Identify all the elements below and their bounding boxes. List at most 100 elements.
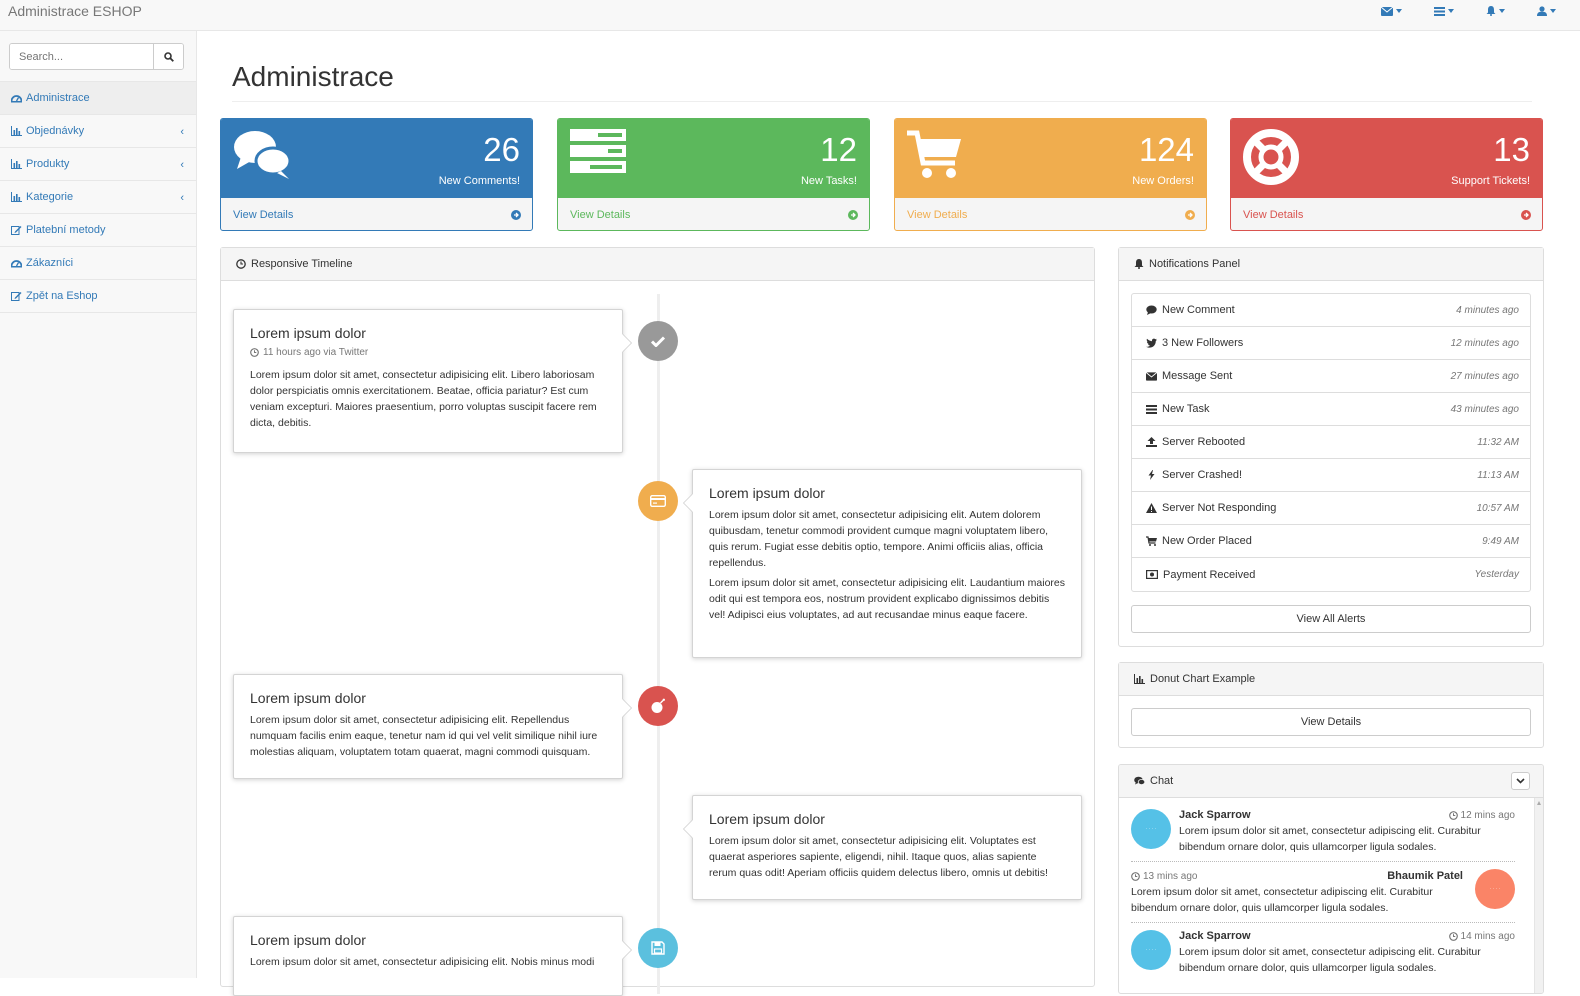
bar-chart-icon <box>11 159 22 169</box>
list-item[interactable]: Server Crashed! 11:13 AM <box>1132 459 1530 492</box>
panel-heading: Responsive Timeline <box>221 248 1094 281</box>
user-icon <box>1537 6 1547 16</box>
timeline-entry-title: Lorem ipsum dolor <box>709 485 825 501</box>
tasks-icon <box>570 129 626 173</box>
card-value: 26 <box>483 131 520 168</box>
shopping-cart-icon <box>1146 536 1157 546</box>
chat-dropdown-button[interactable] <box>1511 772 1530 790</box>
timeline-entry: Lorem ipsum dolor Lorem ipsum dolor sit … <box>233 916 623 996</box>
view-details-label: View Details <box>907 209 968 221</box>
dashboard-icon <box>11 260 22 268</box>
divider <box>1131 861 1515 862</box>
timeline-entry-title: Lorem ipsum dolor <box>250 325 366 341</box>
bar-chart-icon <box>11 126 22 136</box>
arrow-circle-right-icon <box>1185 210 1195 220</box>
scrollbar[interactable] <box>1534 798 1543 993</box>
messages-dropdown[interactable] <box>1381 6 1402 16</box>
sidebar-item-label: Administrace <box>26 92 90 104</box>
chevron-down-icon <box>1499 9 1505 13</box>
clock-icon <box>1448 810 1458 820</box>
bar-chart-icon <box>11 192 22 202</box>
panel-title: Chat <box>1150 775 1174 787</box>
shopping-cart-icon <box>907 130 961 178</box>
user-dropdown[interactable] <box>1537 6 1556 16</box>
top-navbar: Administrace ESHOP <box>0 0 1580 31</box>
arrow-circle-right-icon <box>511 210 521 220</box>
chevron-down-icon <box>1396 9 1402 13</box>
sidebar-item-zpet-na-eshop[interactable]: Zpět na Eshop <box>0 280 196 313</box>
chat-text: Lorem ipsum dolor sit amet, consectetur … <box>1131 886 1433 914</box>
timeline-entry: Lorem ipsum dolor 11 hours ago via Twitt… <box>233 309 623 453</box>
chat-time: 13 mins ago <box>1143 870 1198 882</box>
notification-time: 12 minutes ago <box>1450 337 1519 349</box>
comments-icon <box>1134 776 1145 785</box>
sidebar-item-kategorie[interactable]: Kategorie ‹ <box>0 181 196 214</box>
list-item[interactable]: New Comment 4 minutes ago <box>1132 294 1530 327</box>
timeline-entry-text: Lorem ipsum dolor sit amet, consectetur … <box>250 956 595 968</box>
list-item[interactable]: 3 New Followers 12 minutes ago <box>1132 327 1530 360</box>
view-details-button[interactable]: View Details <box>1131 708 1531 736</box>
list-item[interactable]: Message Sent 27 minutes ago <box>1132 360 1530 393</box>
card-value: 12 <box>820 131 857 168</box>
clock-icon <box>1448 931 1458 941</box>
notifications-list: New Comment 4 minutes ago 3 New Follower… <box>1131 293 1531 592</box>
search-input[interactable] <box>10 44 153 69</box>
view-all-alerts-button[interactable]: View All Alerts <box>1131 605 1531 633</box>
sidebar-item-label: Produkty <box>26 158 70 170</box>
sidebar-item-label: Zákazníci <box>26 257 74 269</box>
card-label: New Tasks! <box>800 175 857 187</box>
alerts-dropdown[interactable] <box>1486 6 1505 16</box>
tasks-icon <box>1146 404 1157 414</box>
chat-sender: Jack Sparrow <box>1179 930 1251 942</box>
sidebar-item-administrace[interactable]: Administrace <box>0 82 196 115</box>
search-button[interactable] <box>153 44 183 69</box>
save-icon <box>651 941 665 955</box>
chat-text: Lorem ipsum dolor sit amet, consectetur … <box>1179 946 1481 974</box>
sidebar-item-label: Kategorie <box>26 191 74 203</box>
timeline-entry-meta: 11 hours ago via Twitter <box>250 347 606 358</box>
clock-icon <box>1131 871 1140 881</box>
timeline-entry-text: Lorem ipsum dolor sit amet, consectetur … <box>250 369 597 429</box>
arrow-circle-right-icon <box>1521 210 1531 220</box>
bar-chart-icon <box>1134 674 1145 684</box>
panel-heading: Donut Chart Example <box>1119 663 1543 696</box>
tasks-dropdown[interactable] <box>1434 6 1454 16</box>
list-item[interactable]: Server Rebooted 11:32 AM <box>1132 426 1530 459</box>
chevron-down-icon <box>1550 9 1556 13</box>
card-value: 13 <box>1493 131 1530 168</box>
notification-time: 43 minutes ago <box>1450 403 1519 415</box>
list-item[interactable]: New Task 43 minutes ago <box>1132 393 1530 426</box>
card-header: 26 New Comments! <box>221 119 532 198</box>
notifications-panel: Notifications Panel New Comment 4 minute… <box>1118 247 1544 647</box>
notification-label: Server Rebooted <box>1162 436 1246 448</box>
view-details-link[interactable]: View Details <box>1231 198 1542 230</box>
notification-time: 11:32 AM <box>1477 436 1519 448</box>
list-item[interactable]: Server Not Responding 10:57 AM <box>1132 492 1530 525</box>
app-title[interactable]: Administrace ESHOP <box>8 3 142 19</box>
sidebar-item-produkty[interactable]: Produkty ‹ <box>0 148 196 181</box>
view-details-link[interactable]: View Details <box>221 198 532 230</box>
timeline-entry-title: Lorem ipsum dolor <box>250 690 366 706</box>
sidebar-item-platebni-metody[interactable]: Platební metody <box>0 214 196 247</box>
card-value: 124 <box>1138 131 1194 168</box>
support-icon <box>1243 129 1299 185</box>
timeline-line <box>657 294 660 994</box>
notification-label: Payment Received <box>1163 568 1256 581</box>
sidebar-item-label: Zpět na Eshop <box>26 290 98 302</box>
timeline-entry-text: Lorem ipsum dolor sit amet, consectetur … <box>250 714 598 758</box>
sidebar-item-objednavky[interactable]: Objednávky ‹ <box>0 115 196 148</box>
notification-time: 27 minutes ago <box>1450 370 1519 382</box>
notification-label: Server Not Responding <box>1162 502 1277 514</box>
comment-icon <box>1146 305 1157 315</box>
list-item[interactable]: New Order Placed 9:49 AM <box>1132 525 1530 558</box>
list-item[interactable]: Payment Received Yesterday <box>1132 558 1530 591</box>
timeline-entry-title: Lorem ipsum dolor <box>250 932 366 948</box>
envelope-icon <box>1146 371 1157 381</box>
view-details-link[interactable]: View Details <box>895 198 1206 230</box>
timeline-entry-text: Lorem ipsum dolor sit amet, consectetur … <box>709 577 1066 621</box>
envelope-icon <box>1381 6 1393 16</box>
sidebar-item-zakaznici[interactable]: Zákazníci <box>0 247 196 280</box>
view-details-link[interactable]: View Details <box>558 198 869 230</box>
timeline-entry: Lorem ipsum dolor Lorem ipsum dolor sit … <box>692 795 1082 900</box>
search-icon <box>163 51 174 62</box>
